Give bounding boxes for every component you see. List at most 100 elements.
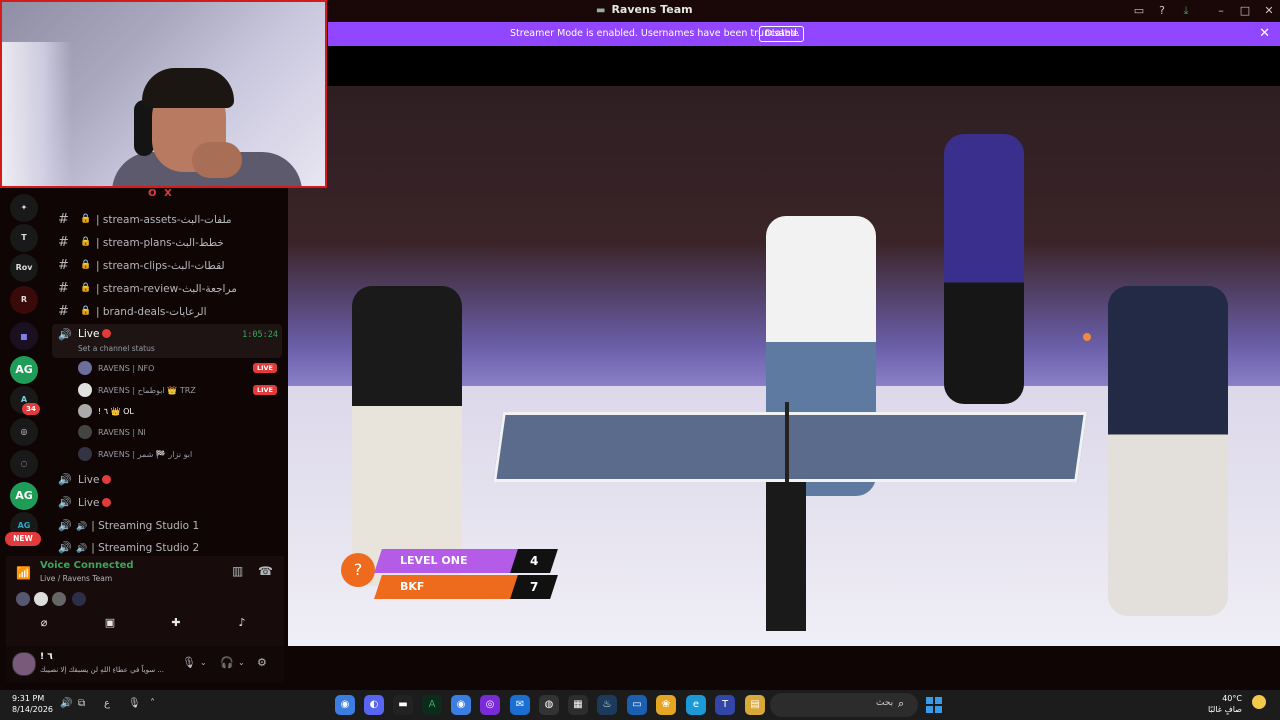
avatar[interactable] <box>72 592 86 606</box>
screen-icon[interactable]: ▭ <box>627 695 647 715</box>
lock-icon: 🔒 <box>80 260 92 270</box>
search-box[interactable]: بحث ⌕ <box>770 693 918 717</box>
channel-stream-review[interactable]: # 🔒 | stream-review-مراجعة-البث <box>50 279 286 301</box>
soundboard-icon[interactable]: ♪ <box>232 616 252 632</box>
left-player-figure <box>352 286 462 586</box>
chevron-down-icon[interactable]: ⌄ <box>238 658 245 667</box>
voice-channel-studio-1[interactable]: 🔊 🔊 | Streaming Studio 1 <box>50 516 286 538</box>
mic-tray-icon[interactable]: 🎙 <box>128 698 141 709</box>
inbox-icon[interactable]: ▭ <box>1130 2 1148 20</box>
voice-user[interactable]: RAVENS | ابو نزار 🏁 شمر <box>78 444 283 464</box>
obs-icon[interactable]: ◎ <box>480 695 500 715</box>
banner-close-icon[interactable]: ✕ <box>1259 26 1270 41</box>
minimize-icon[interactable]: – <box>1212 2 1230 20</box>
steam-icon[interactable]: ♨ <box>597 695 617 715</box>
obs-studio-icon[interactable]: ◍ <box>539 695 559 715</box>
terminal-icon[interactable]: ▬ <box>393 695 413 715</box>
language-indicator[interactable]: ع <box>104 698 110 709</box>
chrome-icon[interactable]: ◉ <box>335 695 355 715</box>
event-logo-icon: ? <box>341 553 375 587</box>
voice-user[interactable]: ! ٦ 👑 OL <box>78 401 283 421</box>
headphones-icon[interactable]: 🎧 <box>220 656 234 669</box>
avatar[interactable] <box>16 592 30 606</box>
chrome-profile-icon[interactable]: ◉ <box>451 695 471 715</box>
team-name: LEVEL ONE <box>374 549 522 573</box>
server-icon[interactable]: R <box>10 286 38 314</box>
server-icon[interactable]: AG <box>10 482 38 510</box>
new-badge: NEW <box>5 532 41 546</box>
download-icon[interactable]: ⤓ <box>1177 2 1195 20</box>
windows-start-icon[interactable] <box>926 697 942 713</box>
table-base <box>766 481 806 631</box>
cam-light <box>2 42 72 186</box>
channel-stream-clips[interactable]: # 🔒 | stream-clips-لقطات-البث <box>50 256 286 278</box>
voice-connected-subtitle[interactable]: Live / Ravens Team <box>40 574 112 583</box>
disable-streamer-mode-button[interactable]: Disable <box>759 26 805 42</box>
help-icon[interactable]: ? <box>1153 2 1171 20</box>
camera-off-icon[interactable]: ⌀ <box>34 616 54 632</box>
lock-icon: 🔒 <box>80 283 92 293</box>
maximize-icon[interactable]: □ <box>1236 2 1254 20</box>
close-icon[interactable]: ✕ <box>1260 2 1278 20</box>
server-icon[interactable]: ✦ <box>10 194 38 222</box>
voice-channel-studio-2[interactable]: 🔊 🔊 | Streaming Studio 2 <box>50 538 286 555</box>
chevron-down-icon[interactable]: ⌄ <box>200 658 207 667</box>
mail-icon[interactable]: ✉ <box>510 695 530 715</box>
server-icon[interactable]: AG <box>10 356 38 384</box>
speaker-icon: 🔊 <box>58 328 72 341</box>
voice-user[interactable]: RAVENS | NFO LIVE <box>78 358 283 378</box>
custom-status[interactable]: سوياً في عطاءِ اللهِ لن يسبقك إلا نصيبك … <box>40 666 164 674</box>
table-net <box>785 402 789 482</box>
speaker-icon: 🔊 <box>58 519 72 532</box>
server-icon[interactable]: ◌ <box>10 450 38 478</box>
weather-widget[interactable]: 40°C صافٍ غالبًا <box>1208 693 1242 715</box>
server-icon[interactable]: Rov <box>10 254 38 282</box>
voice-connected-title[interactable]: Voice Connected <box>40 560 134 571</box>
speaker-icon: 🔊 <box>58 473 72 486</box>
network-icon[interactable]: ⧉ <box>78 698 85 709</box>
store-icon[interactable]: ▦ <box>568 695 588 715</box>
activities-icon[interactable]: ✚ <box>166 616 186 632</box>
voice-user[interactable]: RAVENS | Nl <box>78 422 283 442</box>
teams-icon[interactable]: T <box>715 695 735 715</box>
score-row-team-1: LEVEL ONE 4 <box>374 549 558 573</box>
speaker-icon: 🔊 <box>76 544 88 554</box>
app-a-icon[interactable]: A <box>422 695 442 715</box>
clock[interactable]: 9:31 PM 8/14/2026 <box>12 693 53 715</box>
screen-share-icon[interactable]: ▣ <box>100 616 120 632</box>
channel-brand-deals[interactable]: # 🔒 | brand-deals-الرعايات <box>50 302 286 324</box>
photos-icon[interactable]: ❀ <box>656 695 676 715</box>
disconnect-icon[interactable]: ☎ <box>258 564 273 578</box>
avatar[interactable] <box>12 652 36 676</box>
volume-icon[interactable]: 🔊 <box>60 698 72 709</box>
discord-icon[interactable]: ◐ <box>364 695 384 715</box>
voice-channel-live-2[interactable]: 🔊 Live <box>50 470 286 492</box>
server-icon[interactable]: ◎ <box>10 418 38 446</box>
server-icon[interactable]: T <box>10 224 38 252</box>
edge-icon[interactable]: e <box>686 695 706 715</box>
chevron-up-icon[interactable]: ˄ <box>150 698 155 709</box>
headset <box>134 100 154 156</box>
webcam-overlay <box>0 0 327 188</box>
active-voice-channel[interactable]: 🔊 Live Set a channel status 1:05:24 <box>52 324 282 358</box>
username[interactable]: ! ٦ <box>40 652 53 662</box>
live-dot-icon <box>102 329 112 338</box>
stream-video[interactable]: ? LEVEL ONE 4 BKF 7 <box>288 46 1280 646</box>
channel-stream-assets[interactable]: # 🔒 | stream-assets-ملفات-البث <box>50 210 286 232</box>
lock-icon: 🔒 <box>80 214 92 224</box>
avatar[interactable] <box>52 592 66 606</box>
channel-status[interactable]: Set a channel status <box>78 344 155 353</box>
channel-stream-plans[interactable]: # 🔒 | stream-plans-خطط-البث <box>50 233 286 255</box>
signal-icon: 📶 <box>16 566 31 580</box>
settings-gear-icon[interactable]: ⚙ <box>257 656 267 669</box>
file-explorer-icon[interactable]: ▤ <box>745 695 765 715</box>
microphone-icon[interactable]: 🎙 <box>182 656 196 669</box>
voice-user[interactable]: RAVENS | ابوطماح 👑 TRZ LIVE <box>78 380 283 400</box>
avatar <box>78 404 92 418</box>
avatar[interactable] <box>34 592 48 606</box>
server-folder-icon[interactable]: ▪ <box>10 322 38 350</box>
noise-suppression-icon[interactable]: ▥ <box>232 564 243 578</box>
voice-participants <box>16 592 136 606</box>
lock-icon: 🔒 <box>80 237 92 247</box>
voice-channel-live-3[interactable]: 🔊 Live <box>50 493 286 515</box>
